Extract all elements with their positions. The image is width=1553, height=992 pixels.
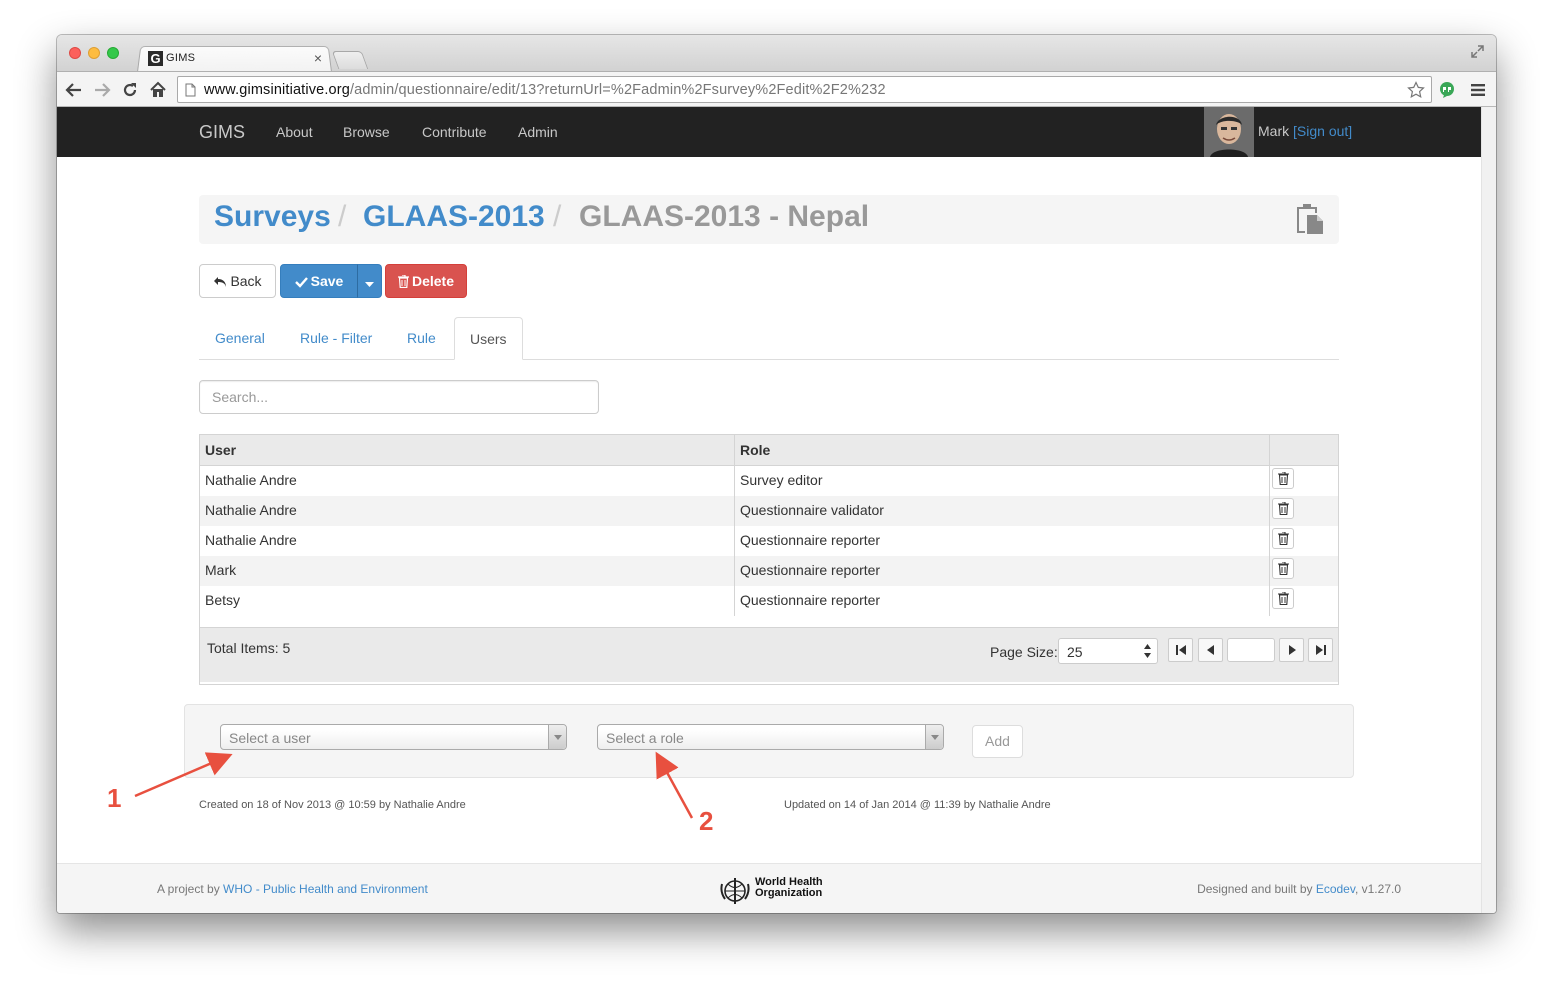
annotation-arrows (134, 751, 694, 819)
annotation-arrow-1 (134, 752, 233, 798)
annotation-label-2: 2 (699, 806, 714, 836)
annotation-label-1: 1 (107, 783, 122, 813)
annotation-arrow-2 (655, 751, 694, 819)
